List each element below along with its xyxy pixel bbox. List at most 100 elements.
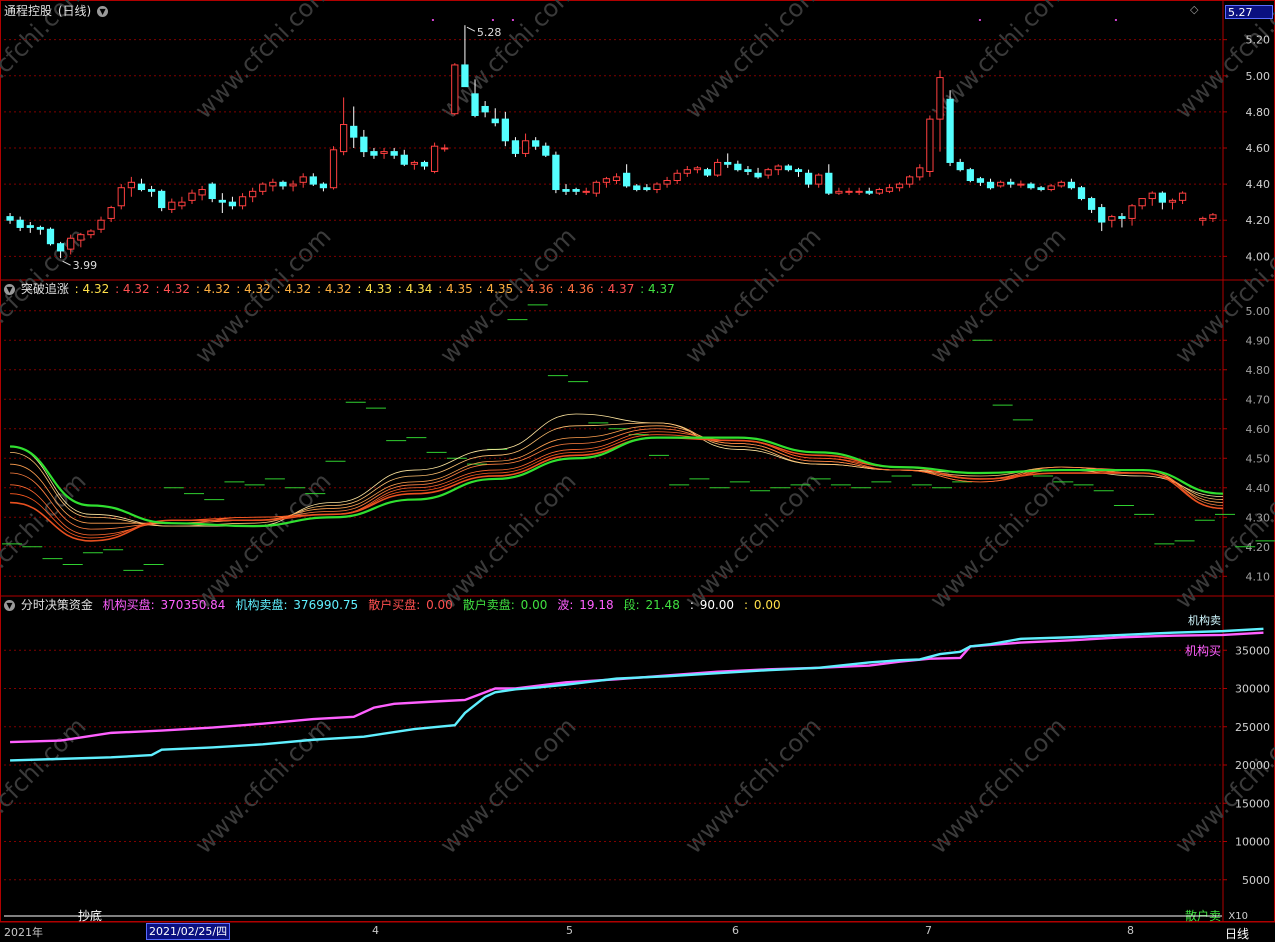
chart-canvas[interactable]: www.cfchi.com www.cfchi.com www.cfchi.com w… bbox=[0, 0, 1275, 942]
candle-body bbox=[299, 176, 307, 183]
watermark-text: www.cfchi.com bbox=[189, 712, 336, 859]
panel1-title: 通程控股 bbox=[4, 4, 53, 18]
watermark-text: www.cfchi.com bbox=[924, 222, 1071, 369]
candle-body bbox=[1158, 192, 1166, 203]
candle-body bbox=[16, 219, 24, 228]
panel2-header: ▼ 突破追涨 : 4.32 : 4.32 : 4.32 : 4.32 : 4.3… bbox=[4, 281, 677, 297]
candle-body bbox=[491, 118, 499, 124]
panel3-title: 分时决策资金 bbox=[20, 598, 93, 612]
y-tick-label: 4.50 bbox=[1246, 452, 1271, 465]
candle-body bbox=[158, 190, 166, 209]
watermark-text: www.cfchi.com bbox=[679, 712, 826, 859]
panel2-value: : 4.35 bbox=[438, 282, 477, 296]
candle-body bbox=[36, 226, 45, 230]
candle-body bbox=[441, 147, 449, 150]
scale-label: X10 bbox=[1228, 911, 1248, 922]
candle-body bbox=[643, 187, 651, 191]
candle-body bbox=[754, 172, 762, 178]
candle-body bbox=[521, 140, 530, 154]
candle-body bbox=[784, 165, 793, 171]
y-tick-label: 35000 bbox=[1235, 644, 1270, 657]
candle-body bbox=[481, 105, 489, 113]
panel3-field-value: 0.00 bbox=[516, 598, 548, 612]
panel2-value: : 4.37 bbox=[599, 282, 639, 296]
signal-dot bbox=[491, 19, 494, 21]
panel3-field-label: : bbox=[744, 598, 749, 612]
panel3-menu-icon[interactable]: ▼ bbox=[4, 600, 15, 611]
y-tick-label: 4.80 bbox=[1246, 106, 1271, 119]
candle-body bbox=[87, 230, 95, 236]
panel2-value: : 4.34 bbox=[397, 282, 437, 296]
candle-body bbox=[572, 189, 580, 192]
candle-body bbox=[1057, 181, 1065, 187]
panel3-field-value: 376990.75 bbox=[289, 598, 359, 612]
y-tick-label: 4.30 bbox=[1246, 511, 1271, 524]
outer-frame bbox=[0, 0, 1275, 922]
candle-body bbox=[410, 161, 419, 165]
candle-body bbox=[1128, 205, 1136, 219]
candle-body bbox=[976, 178, 985, 183]
panel2-value: : 4.33 bbox=[357, 282, 396, 296]
y-tick-label: 4.40 bbox=[1246, 482, 1271, 495]
candle-body bbox=[916, 167, 924, 178]
candle-body bbox=[1007, 181, 1015, 185]
right-label-middle: 机构买 bbox=[1185, 643, 1221, 658]
candle-body bbox=[77, 234, 85, 241]
candle-body bbox=[1209, 214, 1217, 219]
candle-body bbox=[147, 189, 156, 192]
y-tick-label: 5000 bbox=[1242, 874, 1270, 887]
y-tick-label: 5.20 bbox=[1246, 34, 1271, 47]
candle-body bbox=[895, 183, 904, 189]
y-tick-label: 20000 bbox=[1235, 759, 1270, 772]
watermark-text: www.cfchi.com bbox=[924, 712, 1071, 859]
month-tick: 5 bbox=[566, 924, 573, 937]
signal-dot bbox=[1114, 19, 1117, 21]
period-button[interactable]: 日线 bbox=[1225, 925, 1249, 942]
watermark-text: www.cfchi.com bbox=[679, 0, 826, 124]
candle-body bbox=[683, 169, 691, 174]
panel3-field-value: 90.00 bbox=[695, 598, 735, 612]
candle-body bbox=[845, 190, 853, 193]
candle-body bbox=[744, 169, 752, 172]
candle-body bbox=[420, 161, 429, 167]
low-marker: 3.99 bbox=[73, 259, 98, 272]
panel2-value: : 4.37 bbox=[640, 282, 675, 296]
candle-body bbox=[127, 181, 135, 189]
panel3-field-label: : bbox=[689, 598, 694, 612]
inst-buy-line bbox=[10, 631, 1264, 744]
watermark-text: www.cfchi.com bbox=[189, 0, 336, 124]
candle-body bbox=[986, 181, 995, 189]
candle-body bbox=[471, 93, 479, 117]
panel2-menu-icon[interactable]: ▼ bbox=[4, 284, 15, 295]
panel3-field-value: 21.48 bbox=[641, 598, 680, 612]
candle-body bbox=[1168, 199, 1177, 203]
candle-body bbox=[168, 201, 176, 210]
candle-body bbox=[198, 189, 206, 196]
y-tick-label: 30000 bbox=[1235, 683, 1270, 696]
panel3-field-label: 散户买盘: bbox=[368, 598, 421, 612]
candle-body bbox=[67, 237, 75, 250]
signal-dot bbox=[511, 19, 514, 21]
y-tick-label: 4.40 bbox=[1246, 178, 1271, 191]
candle-body bbox=[249, 190, 257, 198]
candle-body bbox=[804, 172, 813, 185]
panel1-menu-icon[interactable]: ▼ bbox=[97, 6, 109, 17]
panel2-value: : 4.36 bbox=[518, 282, 558, 296]
y-tick-label: 10000 bbox=[1235, 836, 1270, 849]
candle-body bbox=[1148, 192, 1156, 200]
y-tick-label: 15000 bbox=[1235, 797, 1270, 810]
bottom-marker: 抄底 bbox=[78, 908, 102, 923]
candle-body bbox=[673, 172, 681, 181]
candle-body bbox=[693, 167, 702, 171]
candle-body bbox=[592, 181, 600, 194]
candle-body bbox=[511, 140, 520, 154]
diamond-icon[interactable]: ◇ bbox=[1190, 3, 1198, 16]
candle-body bbox=[279, 181, 287, 187]
candle-body bbox=[319, 183, 328, 189]
watermark-text: www.cfchi.com bbox=[0, 712, 91, 859]
candle-body bbox=[653, 183, 661, 191]
y-tick-label: 4.20 bbox=[1246, 214, 1271, 227]
candle-body bbox=[178, 201, 186, 207]
panel2-value: : 4.32 bbox=[317, 282, 356, 296]
panel3-field-label: 散户卖盘: bbox=[462, 598, 515, 612]
